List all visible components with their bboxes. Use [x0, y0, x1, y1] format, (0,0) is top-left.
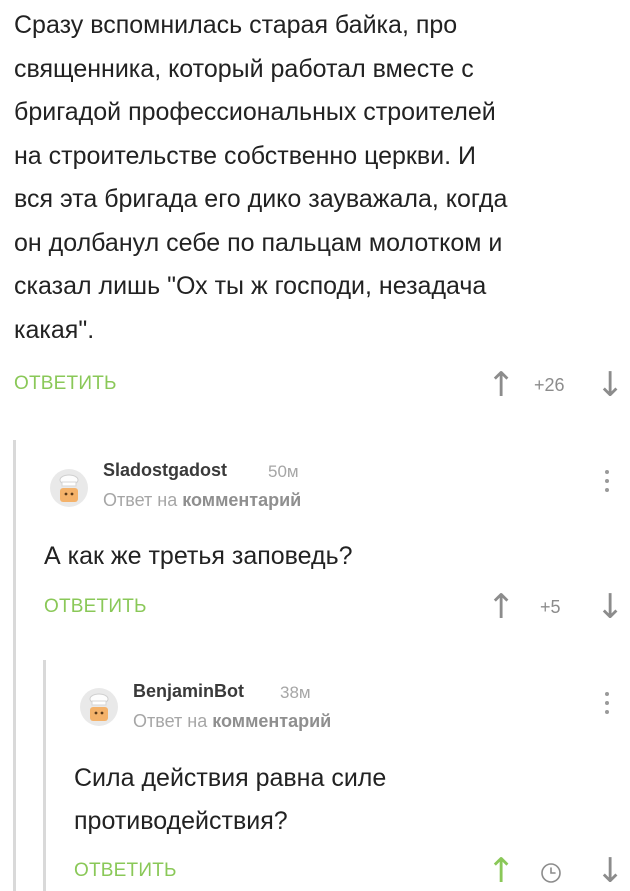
- upvote-arrow-icon[interactable]: ↑: [487, 368, 516, 402]
- comment-time: 50м: [268, 462, 299, 481]
- more-vertical-icon[interactable]: [602, 470, 612, 500]
- reply-to-link[interactable]: комментарий: [212, 711, 331, 731]
- reply-button[interactable]: ОТВЕТИТЬ: [44, 596, 147, 618]
- reply-button[interactable]: ОТВЕТИТЬ: [14, 373, 117, 395]
- more-vertical-icon[interactable]: [602, 692, 612, 722]
- downvote-arrow-icon[interactable]: ↓: [596, 368, 625, 402]
- comment-score: +5: [540, 597, 561, 617]
- comment-text: Сразу вспомнилась старая байка, про свящ…: [14, 11, 508, 344]
- avatar[interactable]: [50, 469, 88, 507]
- clock-icon: [541, 863, 561, 883]
- downvote-arrow-icon[interactable]: ↓: [596, 854, 625, 888]
- username[interactable]: BenjaminBot: [133, 681, 244, 702]
- comment-time: 38м: [280, 683, 311, 702]
- reply-to-prefix: Ответ на: [133, 711, 208, 731]
- thread-line[interactable]: [43, 660, 46, 891]
- default-avatar-icon: [89, 693, 109, 721]
- comment-score: +26: [534, 375, 565, 395]
- reply-to-label: Ответ на комментарий: [103, 490, 301, 511]
- reply-to-link[interactable]: комментарий: [182, 490, 301, 510]
- thread-line[interactable]: [13, 440, 16, 891]
- comment-text: Сила действия равна силе противодействия…: [74, 764, 387, 835]
- reply-to-prefix: Ответ на: [103, 490, 178, 510]
- reply-button[interactable]: ОТВЕТИТЬ: [74, 860, 177, 882]
- default-avatar-icon: [59, 474, 79, 502]
- avatar[interactable]: [80, 688, 118, 726]
- upvote-arrow-icon[interactable]: ↑: [487, 590, 516, 624]
- reply-to-label: Ответ на комментарий: [133, 711, 331, 732]
- downvote-arrow-icon[interactable]: ↓: [596, 590, 625, 624]
- comment-text: А как же третья заповедь?: [44, 542, 353, 570]
- username[interactable]: Sladostgadost: [103, 460, 227, 481]
- upvote-arrow-icon[interactable]: ↑: [487, 854, 516, 888]
